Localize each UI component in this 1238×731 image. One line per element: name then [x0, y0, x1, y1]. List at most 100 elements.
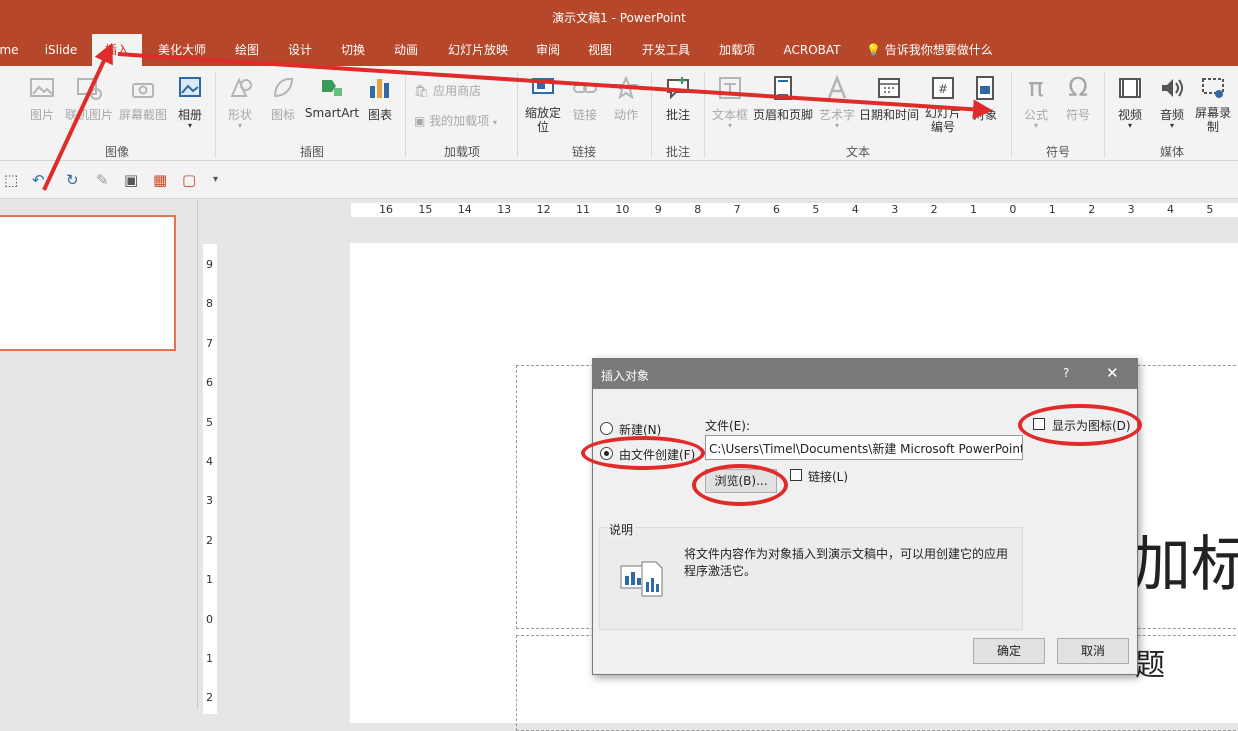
slide-subtitle-text: 题	[1135, 648, 1165, 683]
ruler-number: 9	[206, 258, 213, 271]
cancel-button[interactable]: 取消	[1057, 638, 1129, 664]
horizontal-ruler: 16 15 14 13 12 11 10 9 8 7 6 5 4 3 2 1 0 1 2 3 4 5	[351, 203, 1238, 217]
datetime-button[interactable]: 日期和时间	[858, 74, 920, 134]
shapes-icon	[230, 77, 252, 97]
chart-button[interactable]: 图表	[362, 74, 398, 134]
textbox-dropdown-icon: ▾	[727, 121, 732, 130]
tab-addins[interactable]: 加载项	[710, 34, 764, 66]
action-label: 动作	[613, 108, 638, 122]
highlight-oval	[1018, 404, 1142, 446]
my-addins-dropdown-icon: ▾	[493, 118, 498, 127]
slide-thumbnail[interactable]	[0, 215, 176, 351]
screen-record-label: 屏幕录制	[1194, 106, 1231, 134]
ruler-number: 6	[773, 203, 780, 216]
ribbon-separator	[517, 72, 518, 158]
album-button[interactable]: 相册 ▾	[170, 74, 210, 134]
header-footer-button[interactable]: 页眉和页脚	[752, 74, 814, 134]
tab-home[interactable]: me	[0, 34, 28, 66]
ruler-number: 3	[206, 494, 213, 508]
symbol-label: 符号	[1065, 108, 1090, 122]
ruler-number: 7	[206, 336, 213, 350]
store-icon: 🛍	[414, 84, 430, 98]
tab-draw[interactable]: 绘图	[225, 34, 269, 66]
lightbulb-icon: 💡	[866, 43, 881, 57]
comment-button[interactable]: 批注	[656, 74, 700, 134]
radio-new[interactable]	[600, 422, 613, 435]
file-path-input[interactable]: C:\Users\Timel\Documents\新建 Microsoft Po…	[705, 435, 1023, 460]
link-button[interactable]: 链接	[566, 74, 604, 134]
tab-islide[interactable]: iSlide	[36, 34, 86, 66]
brush-icon[interactable]: ✎	[96, 171, 109, 189]
redo-icon[interactable]: ↻	[66, 171, 79, 189]
ruler-number: 5	[812, 203, 820, 216]
ribbon: 图片 联机图片 屏幕截图 相册 ▾ 图像 形状 ▾ 图标 SmartArt 图表…	[0, 66, 1238, 161]
grid-icon[interactable]: ▦	[153, 171, 167, 189]
help-button[interactable]: ?	[1063, 366, 1069, 380]
textbox-icon	[719, 77, 741, 99]
screenshot-button[interactable]: 屏幕截图	[116, 74, 170, 134]
customize-dropdown-icon[interactable]: ▾	[213, 174, 218, 185]
group-images-label: 图像	[104, 145, 129, 159]
zoom-icon	[532, 78, 554, 94]
slide-title-text: 加标	[1131, 530, 1238, 600]
tell-me-search[interactable]: 💡 告诉我你想要做什么	[866, 34, 1002, 66]
object-button[interactable]: 对象	[966, 74, 1004, 134]
picture-button[interactable]: 图片	[22, 74, 62, 134]
dialog-title: 插入对象	[601, 369, 650, 383]
ruler-number: 2	[206, 533, 213, 547]
store-button[interactable]: 🛍 应用商店	[414, 82, 504, 100]
tab-slideshow[interactable]: 幻灯片放映	[440, 34, 516, 66]
picture-frame-icon[interactable]: ▢	[182, 171, 196, 189]
my-addins-button[interactable]: ▣ 我的加载项 ▾	[414, 112, 514, 130]
audio-button[interactable]: 音频 ▾	[1152, 74, 1192, 134]
online-picture-button[interactable]: 联机图片	[62, 74, 116, 134]
tab-beautify[interactable]: 美化大师	[150, 34, 214, 66]
quick-access-toolbar: ⬚ ↶ ↻ ✎ ▣ ▦ ▢ ▾	[0, 161, 1238, 199]
tab-insert[interactable]: 插入	[92, 34, 142, 66]
comment-icon	[667, 77, 689, 100]
tell-me-label: 告诉我你想要做什么	[884, 43, 993, 57]
link-checkbox-label[interactable]: 链接(L)	[808, 468, 848, 485]
tab-acrobat[interactable]: ACROBAT	[776, 34, 848, 66]
shapes-dropdown-icon: ▾	[237, 121, 242, 130]
slide-number-label: 幻灯片编号	[924, 106, 961, 134]
icons-button[interactable]: 图标	[262, 74, 304, 134]
ribbon-separator	[1104, 72, 1105, 158]
wordart-button[interactable]: 艺术字 ▾	[816, 74, 858, 134]
ok-button[interactable]: 确定	[973, 638, 1045, 664]
select-icon[interactable]: ⬚	[4, 171, 18, 189]
group-illustrations-label: 插图	[299, 145, 324, 159]
tab-review[interactable]: 审阅	[526, 34, 570, 66]
slide-number-button[interactable]: # 幻灯片编号	[922, 74, 964, 144]
equation-button[interactable]: π 公式 ▾	[1016, 74, 1056, 134]
zoom-button[interactable]: 缩放定位	[521, 74, 565, 144]
present-icon[interactable]: ▣	[124, 171, 138, 189]
link-checkbox[interactable]	[790, 469, 802, 481]
description-box: 将文件内容作为对象插入到演示文稿中，可以用创建它的应用程序激活它。	[599, 527, 1023, 630]
tab-design[interactable]: 设计	[278, 34, 322, 66]
ruler-number: 2	[930, 203, 938, 216]
chart-label: 图表	[367, 108, 392, 122]
video-button[interactable]: 视频 ▾	[1110, 74, 1150, 134]
symbol-button[interactable]: Ω 符号	[1058, 74, 1098, 134]
smartart-icon	[322, 80, 342, 96]
shapes-button[interactable]: 形状 ▾	[220, 74, 260, 134]
tab-transitions[interactable]: 切换	[331, 34, 375, 66]
film-icon	[1119, 78, 1141, 98]
tab-view[interactable]: 视图	[578, 34, 622, 66]
ruler-number: 8	[694, 203, 702, 216]
screen-record-button[interactable]: 屏幕录制	[1194, 74, 1232, 144]
svg-text:#: #	[938, 82, 948, 96]
ruler-number: 2	[206, 691, 213, 705]
description-text: 将文件内容作为对象插入到演示文稿中，可以用创建它的应用程序激活它。	[684, 547, 1009, 578]
group-comments-label: 批注	[665, 145, 690, 159]
textbox-button[interactable]: 文本框 ▾	[708, 74, 752, 134]
close-button[interactable]: ✕	[1106, 364, 1119, 382]
action-button[interactable]: 动作	[607, 74, 645, 134]
dialog-titlebar: 插入对象 ? ✕	[593, 359, 1137, 389]
tab-developer[interactable]: 开发工具	[634, 34, 698, 66]
tab-animations[interactable]: 动画	[384, 34, 428, 66]
ruler-number: 1	[206, 573, 213, 587]
smartart-button[interactable]: SmartArt	[304, 74, 360, 134]
undo-icon[interactable]: ↶	[32, 171, 45, 189]
